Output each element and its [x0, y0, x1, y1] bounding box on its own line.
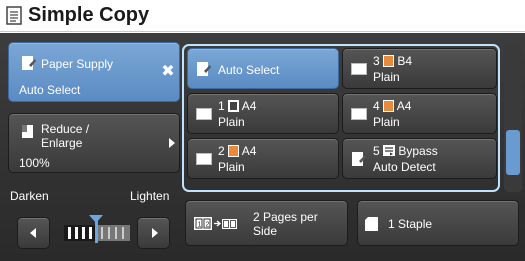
- paper-supply-label: Paper Supply: [41, 57, 114, 71]
- tray-4[interactable]: 4 A4 Plain: [342, 93, 497, 134]
- reduce-enlarge-value: 100%: [19, 156, 50, 170]
- paper-icon: [351, 63, 367, 75]
- paper-color-icon: [228, 145, 240, 157]
- tray-number: 4 A4: [373, 99, 412, 113]
- title-bar: Simple Copy: [0, 0, 525, 32]
- tray-type: Plain: [373, 70, 400, 84]
- tray-1[interactable]: 1 A4 Plain: [187, 93, 339, 134]
- darken-label: Darken: [10, 189, 49, 203]
- svg-text:2: 2: [206, 222, 210, 229]
- reduce-enlarge-label-1: Reduce /: [41, 122, 90, 136]
- tray-type: Plain: [218, 160, 245, 174]
- tray-type: Plain: [218, 115, 245, 129]
- lighten-label: Lighten: [130, 189, 170, 203]
- darken-button[interactable]: [17, 217, 50, 249]
- tray-3[interactable]: 3 B4 Plain: [342, 48, 497, 89]
- paper-color-icon: [383, 55, 395, 67]
- tray-number: 1 A4: [218, 99, 257, 113]
- lighten-button[interactable]: [137, 217, 170, 249]
- tray-2[interactable]: 2 A4 Plain: [187, 138, 339, 179]
- paper-supply-button[interactable]: Paper Supply Auto Select ✖: [8, 42, 180, 102]
- staple-label: 1 Staple: [388, 217, 433, 231]
- paper-icon: [196, 108, 212, 120]
- tray-type: Auto Detect: [373, 160, 436, 174]
- pages-per-side-label-1: 2 Pages per: [253, 210, 318, 224]
- pages-per-side-icon: 1 2: [194, 217, 237, 230]
- tray-5-bypass[interactable]: 5 Bypass Auto Detect: [342, 138, 497, 179]
- paper-icon: [351, 108, 367, 120]
- density-scale: [64, 215, 130, 243]
- chevron-left-icon: [30, 228, 36, 238]
- paper-icon: [197, 62, 211, 76]
- staple-icon: [365, 217, 378, 231]
- chevron-right-icon: [169, 138, 175, 148]
- pages-per-side-button[interactable]: 1 2 2 Pages per Side: [185, 200, 348, 246]
- page-title: Simple Copy: [28, 4, 150, 26]
- staple-button[interactable]: 1 Staple: [357, 200, 519, 246]
- paper-icon: [22, 56, 36, 70]
- paper-icon: [352, 152, 366, 166]
- tray-number: 2 A4: [218, 144, 257, 158]
- paper-icon: [22, 125, 33, 138]
- tray-type: Plain: [373, 115, 400, 129]
- bypass-tray-icon: [383, 145, 396, 156]
- close-icon[interactable]: ✖: [159, 63, 177, 81]
- scrollbar-thumb[interactable]: [506, 130, 520, 175]
- paper-icon: [196, 153, 212, 165]
- reduce-enlarge-label-2: Enlarge: [41, 136, 83, 150]
- paper-color-icon: [383, 100, 395, 112]
- tray-number: 5 Bypass: [373, 144, 438, 158]
- pages-per-side-label-2: Side: [253, 224, 278, 238]
- tray-label: Auto Select: [218, 63, 280, 77]
- paper-color-icon: [228, 100, 240, 112]
- tray-auto-select[interactable]: Auto Select: [187, 48, 339, 89]
- svg-text:1: 1: [198, 222, 202, 229]
- copy-icon: [6, 5, 22, 25]
- chevron-right-icon: [152, 228, 158, 238]
- paper-supply-value: Auto Select: [19, 83, 81, 97]
- tray-number: 3 B4: [373, 54, 413, 68]
- reduce-enlarge-button[interactable]: Reduce / Enlarge 100%: [8, 113, 180, 173]
